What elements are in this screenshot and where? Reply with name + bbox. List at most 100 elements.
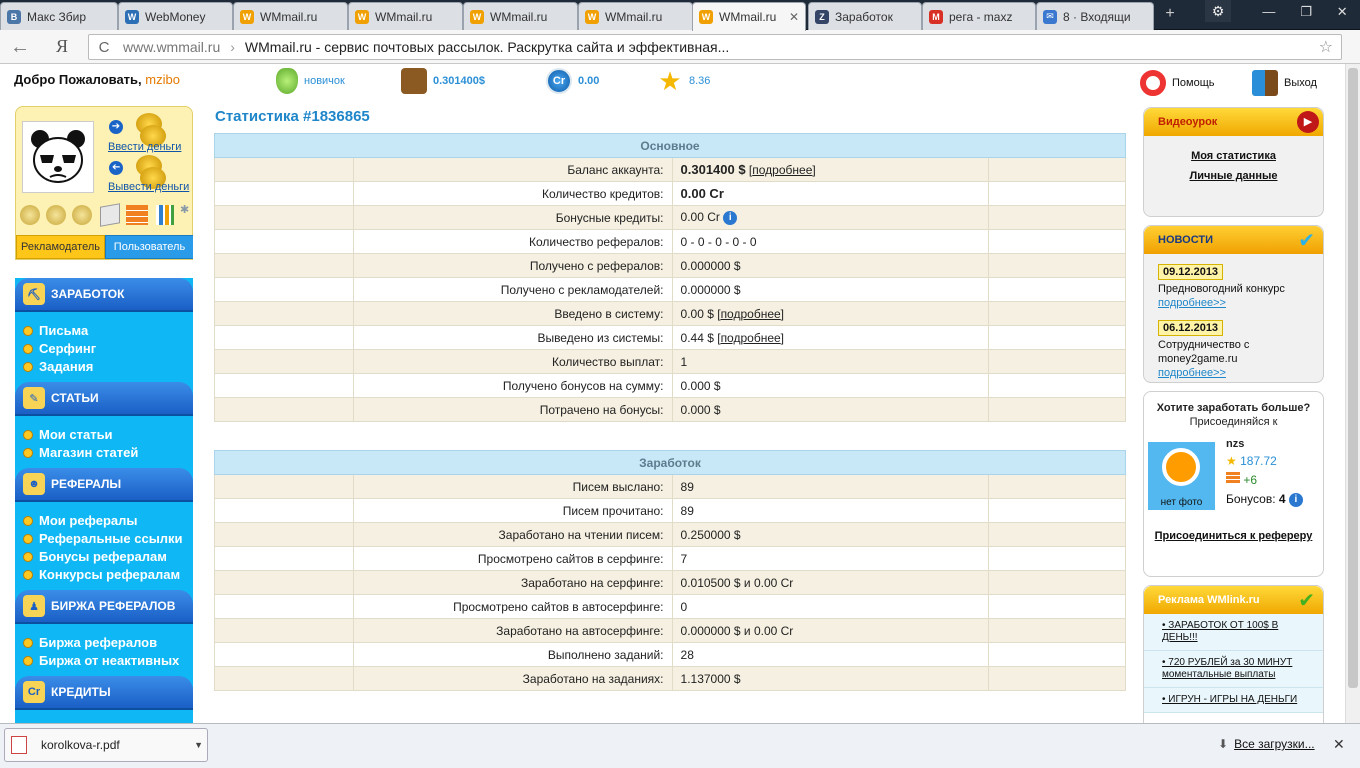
browser-tab[interactable]: W WMmail.ru <box>578 2 693 30</box>
browser-tab-bar: В Макс Збир W WebMoney W WMmail.ru W WMmail.ru W… <box>0 0 1360 31</box>
panda-avatar[interactable] <box>22 121 94 193</box>
tab-close-icon[interactable]: ✕ <box>785 10 799 24</box>
stat-value-cell: 89 <box>671 498 989 523</box>
stat-spacer <box>213 325 355 350</box>
role-advertiser-tab[interactable]: Рекламодатель <box>16 235 105 259</box>
url-separator: › <box>230 39 235 55</box>
earnings-stats-header: Заработок <box>214 450 1126 475</box>
ad-link[interactable]: • ИГРУН - ИГРЫ НА ДЕНЬГИ <box>1144 688 1323 713</box>
play-icon[interactable]: ▶ <box>1297 111 1319 133</box>
details-link[interactable]: подробнее <box>752 163 812 177</box>
menu-item[interactable]: Реферальные ссылки <box>23 530 193 548</box>
star-icon: ★ <box>1226 454 1237 468</box>
details-link[interactable]: подробнее <box>721 307 781 321</box>
username[interactable]: mzibo <box>145 72 180 87</box>
download-menu-arrow-icon[interactable]: ▼ <box>194 740 203 750</box>
reload-icon[interactable]: C <box>89 39 119 56</box>
stat-row: Количество выплат: 1 <box>213 349 1127 374</box>
stat-row: Просмотрено сайтов в серфинге: 7 <box>213 546 1127 571</box>
menu-section-header[interactable]: ♟ БИРЖА РЕФЕРАЛОВ <box>15 590 193 624</box>
tab-favicon-icon: W <box>355 9 369 24</box>
browser-tab[interactable]: W WMmail.ru <box>233 2 348 30</box>
stat-label: Выведено из системы: <box>353 325 673 350</box>
menu-section-header[interactable]: ☻ РЕФЕРАЛЫ <box>15 468 193 502</box>
stat-spacer <box>213 594 355 619</box>
download-item[interactable]: korolkova-r.pdf ▼ <box>4 728 208 762</box>
menu-section-title: БИРЖА РЕФЕРАЛОВ <box>51 599 176 613</box>
maximize-icon[interactable]: ❐ <box>1300 4 1312 20</box>
menu-item[interactable]: Серфинг <box>23 340 193 358</box>
medal-icon <box>72 205 92 225</box>
page-scrollbar[interactable] <box>1345 64 1360 723</box>
ad-link[interactable]: • ЗАРАБОТОК ОТ 100$ В ДЕНЬ!!! <box>1144 614 1323 651</box>
menu-item[interactable]: Письма <box>23 322 193 340</box>
stat-value-cell: 0.00 Cr i <box>671 205 989 230</box>
chart-icon[interactable] <box>156 205 174 225</box>
basic-stats-header: Основное <box>214 133 1126 158</box>
stat-label: Просмотрено сайтов в серфинге: <box>353 546 673 571</box>
stat-value: 28 <box>680 647 694 662</box>
stat-spacer <box>987 474 1127 499</box>
referrer-photo[interactable]: нет фото <box>1148 442 1215 510</box>
menu-item[interactable]: Мои статьи <box>23 426 193 444</box>
close-window-icon[interactable]: ✕ <box>1337 4 1348 20</box>
tab-label: WMmail.ru <box>719 10 777 24</box>
menu-item[interactable]: Биржа от неактивных <box>23 652 193 670</box>
basic-stats-table: Основное Баланс аккаунта: 0.301400 $ [под… <box>213 133 1127 422</box>
withdraw-link[interactable]: Вывести деньги <box>108 181 189 193</box>
menu-section-header[interactable]: Cr КРЕДИТЫ <box>15 676 193 710</box>
omnibox[interactable]: C www.wmmail.ru › WMmail.ru - сервис поч… <box>88 34 1342 60</box>
menu-section-header[interactable]: ✎ СТАТЬИ <box>15 382 193 416</box>
menu-item[interactable]: Мои рефералы <box>23 512 193 530</box>
menu-item[interactable]: Бонусы рефералам <box>23 548 193 566</box>
info-icon[interactable]: i <box>1288 492 1303 507</box>
stat-value-cell: 1.137000 $ <box>671 666 989 691</box>
details-link[interactable]: подробнее <box>721 331 781 345</box>
menu-item[interactable]: Конкурсы рефералам <box>23 566 193 584</box>
settings-gear-icon[interactable]: ⚙ <box>1205 0 1231 22</box>
menu-section-title: КРЕДИТЫ <box>51 685 111 699</box>
news-more-link[interactable]: подробнее>> <box>1158 367 1226 379</box>
menu-item[interactable]: Задания <box>23 358 193 376</box>
role-user-tab[interactable]: Пользователь <box>105 235 193 259</box>
exit-link[interactable]: Выход <box>1252 70 1317 96</box>
browser-tab[interactable]: W WMmail.ru <box>348 2 463 30</box>
browser-tab[interactable]: Mрега - maxz <box>922 2 1036 30</box>
my-stats-link[interactable]: Моя статистика <box>1144 150 1323 162</box>
ad-link[interactable]: • 720 РУБЛЕЙ за 30 МИНУТ моментальные вы… <box>1144 651 1323 688</box>
tab-label: WMmail.ru <box>260 9 318 24</box>
site-top-bar: Добро Пожаловать, mzibo новичок 0.301400… <box>0 64 1360 100</box>
bookmark-star-icon[interactable]: ☆ <box>1319 37 1333 57</box>
browser-tab[interactable]: W WMmail.ru ✕ <box>692 2 806 31</box>
download-filename: korolkova-r.pdf <box>41 738 120 752</box>
gear-small-icon[interactable]: ✱ <box>180 203 189 216</box>
menu-item[interactable]: Биржа рефералов <box>23 634 193 652</box>
stat-spacer <box>213 157 355 182</box>
scrollbar-thumb[interactable] <box>1348 68 1358 688</box>
menu-section-header[interactable]: ⛏ ЗАРАБОТОК <box>15 278 193 312</box>
news-box: НОВОСТИ ✔ 09.12.2013 Предновогодний конку… <box>1143 225 1324 383</box>
all-downloads-link[interactable]: Все загрузки... <box>1234 737 1315 751</box>
info-icon[interactable]: i <box>723 210 738 225</box>
new-tab-button[interactable]: + <box>1160 6 1180 24</box>
minimize-icon[interactable]: — <box>1262 4 1275 20</box>
browser-tab[interactable]: Z Заработок <box>808 2 922 30</box>
personal-data-link[interactable]: Личные данные <box>1144 170 1323 182</box>
yandex-logo-icon[interactable]: Я <box>56 36 68 57</box>
stat-label: Введено в систему: <box>353 301 673 326</box>
menu-item[interactable]: Магазин статей <box>23 444 193 462</box>
browser-tab[interactable]: ✉ 8 · Входящи <box>1036 2 1154 30</box>
browser-tab[interactable]: В Макс Збир <box>0 2 118 30</box>
bricks-icon[interactable] <box>126 205 148 225</box>
help-link[interactable]: Помощь <box>1140 70 1215 96</box>
back-arrow-icon[interactable]: ← <box>10 36 30 59</box>
deposit-link[interactable]: Ввести деньги <box>108 141 181 153</box>
close-download-bar-icon[interactable]: ✕ <box>1333 736 1345 753</box>
browser-tab[interactable]: W WMmail.ru <box>463 2 578 30</box>
join-referrer-link[interactable]: Присоединиться к рефереру <box>1144 530 1323 542</box>
news-more-link[interactable]: подробнее>> <box>1158 297 1226 309</box>
tab-label: WMmail.ru <box>490 9 548 24</box>
edit-pencil-icon[interactable] <box>100 203 120 227</box>
browser-tab[interactable]: W WebMoney <box>118 2 233 30</box>
stat-label: Выполнено заданий: <box>353 642 673 667</box>
